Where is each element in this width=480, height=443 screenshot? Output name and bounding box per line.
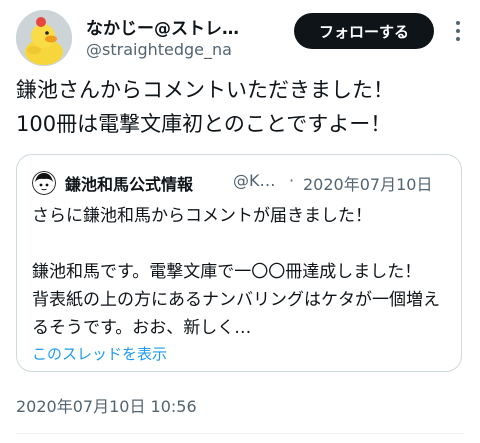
- quoted-text: さらに鎌池和馬からコメントが届きました！ 鎌池和馬です。電撃文庫で一〇〇冊達成し…: [32, 206, 440, 338]
- avatar[interactable]: [16, 10, 72, 66]
- more-dot: [456, 37, 460, 41]
- author-name[interactable]: なかじー@ストレ…: [86, 14, 239, 39]
- quoted-tweet-card[interactable]: 鎌池和馬公式情報 @K… · 2020年07月10日 さらに鎌池和馬からコメント…: [16, 154, 462, 372]
- tweet-text: 鎌池さんからコメントいただきました！ 100冊は電撃文庫初とのことですよー！: [16, 78, 394, 136]
- more-dot: [456, 21, 460, 25]
- character-avatar-icon: [32, 171, 56, 195]
- quoted-author-handle: @K…: [233, 171, 276, 190]
- duck-avatar-icon: [16, 10, 72, 66]
- show-thread-link[interactable]: このスレッドを表示: [32, 343, 167, 364]
- meta-separator: ·: [289, 171, 295, 190]
- author-handle[interactable]: @straightedge_na: [86, 40, 232, 59]
- quoted-author-name: 鎌池和馬公式情報: [65, 175, 194, 194]
- quoted-avatar: [32, 171, 56, 195]
- quoted-date: 2020年07月10日: [303, 175, 433, 194]
- follow-button[interactable]: フォローする: [294, 13, 434, 49]
- divider: [16, 433, 464, 434]
- tweet-timestamp[interactable]: 2020年07月10日 10:56: [16, 393, 197, 417]
- more-options-icon[interactable]: [446, 18, 470, 44]
- more-dot: [456, 29, 460, 33]
